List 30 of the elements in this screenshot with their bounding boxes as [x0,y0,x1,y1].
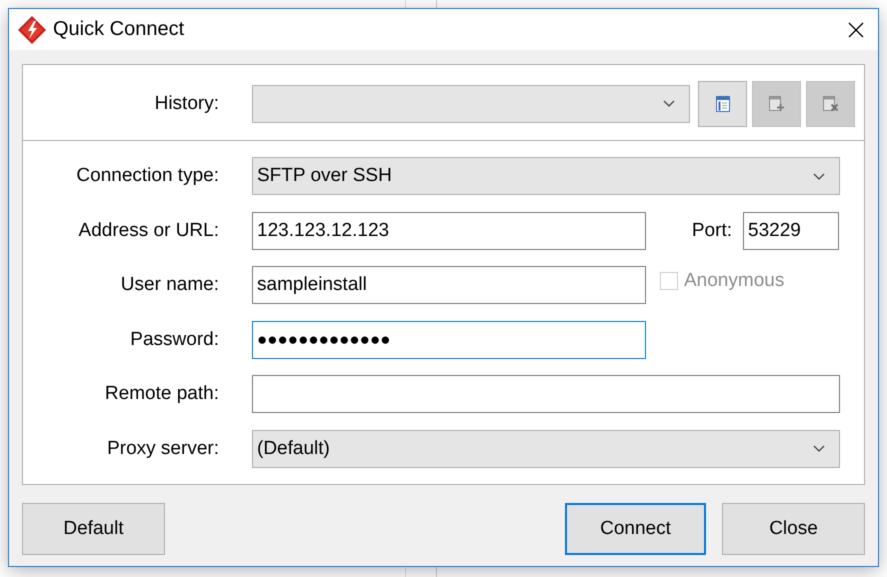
input-field[interactable]: sampleinstall [252,266,646,304]
list-icon [716,96,730,112]
port-field[interactable]: 53229 [743,212,839,250]
field-label: Password: [130,328,219,350]
close-button[interactable]: Close [722,503,865,555]
connect-button[interactable]: Connect [565,503,706,555]
field-label: History: [154,92,219,114]
field-label: Port: [691,220,732,242]
list-add-icon [768,96,784,112]
field-label: User name: [120,274,219,296]
caret-icon [813,172,825,180]
caret-icon [813,445,825,452]
checkbox-label: Anonymous [684,270,784,292]
caret-icon [663,100,675,107]
history-list-button[interactable] [698,80,747,126]
field-label: Address or URL: [78,220,219,242]
input-field[interactable] [252,375,840,413]
app-logo-icon [17,14,47,44]
dropdown[interactable]: (Default) [252,430,840,468]
password-field[interactable]: ●●●●●●●●●●●●● [252,320,646,358]
input-field[interactable]: 123.123.12.123 [252,212,646,250]
default-button[interactable]: Default [22,503,165,555]
close-icon [848,22,864,38]
history-dropdown[interactable] [252,84,690,122]
window-title: Quick Connect [53,18,186,41]
field-label: Proxy server: [107,438,219,460]
field-label: Connection type: [76,165,219,187]
dropdown[interactable]: SFTP over SSH [252,157,840,195]
list-delete-icon [822,96,838,112]
field-label: Remote path: [104,383,219,405]
